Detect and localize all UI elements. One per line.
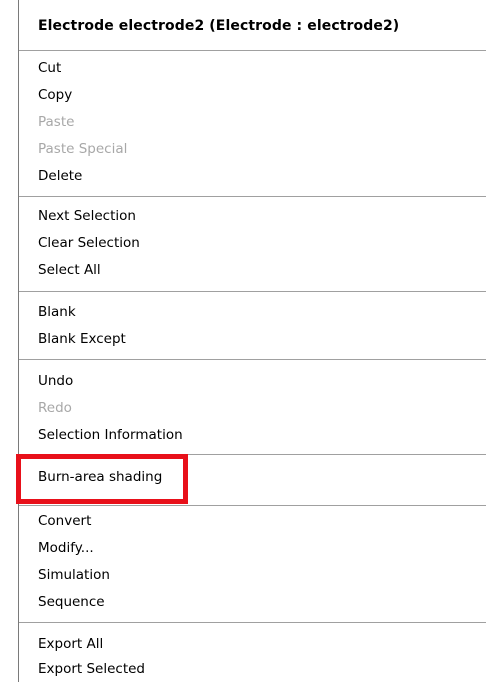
menu-separator <box>19 291 486 292</box>
menu-item-export-selected[interactable]: Export Selected <box>38 659 145 679</box>
menu-title: Electrode electrode2 (Electrode : electr… <box>38 18 400 34</box>
menu-separator <box>19 196 486 197</box>
menu-separator <box>19 50 486 51</box>
menu-item-delete[interactable]: Delete <box>38 166 82 186</box>
menu-item-copy[interactable]: Copy <box>38 85 72 105</box>
menu-item-next-selection[interactable]: Next Selection <box>38 206 136 226</box>
context-menu: Electrode electrode2 (Electrode : electr… <box>0 0 486 682</box>
menu-item-export-all[interactable]: Export All <box>38 634 103 654</box>
menu-item-select-all[interactable]: Select All <box>38 260 101 280</box>
menu-item-cut[interactable]: Cut <box>38 58 61 78</box>
menu-item-simulation[interactable]: Simulation <box>38 565 110 585</box>
menu-item-undo[interactable]: Undo <box>38 371 73 391</box>
menu-item-modify[interactable]: Modify... <box>38 538 94 558</box>
menu-item-convert[interactable]: Convert <box>38 511 91 531</box>
menu-left-border <box>18 0 19 682</box>
menu-item-paste-special[interactable]: Paste Special <box>38 139 127 159</box>
menu-item-redo[interactable]: Redo <box>38 398 72 418</box>
menu-item-paste[interactable]: Paste <box>38 112 74 132</box>
menu-item-selection-information[interactable]: Selection Information <box>38 425 183 445</box>
highlight-annotation-box <box>16 454 188 504</box>
menu-separator <box>19 359 486 360</box>
menu-separator <box>19 505 486 506</box>
menu-item-blank[interactable]: Blank <box>38 302 76 322</box>
menu-item-sequence[interactable]: Sequence <box>38 592 105 612</box>
menu-separator <box>19 622 486 623</box>
menu-item-blank-except[interactable]: Blank Except <box>38 329 126 349</box>
menu-item-clear-selection[interactable]: Clear Selection <box>38 233 140 253</box>
